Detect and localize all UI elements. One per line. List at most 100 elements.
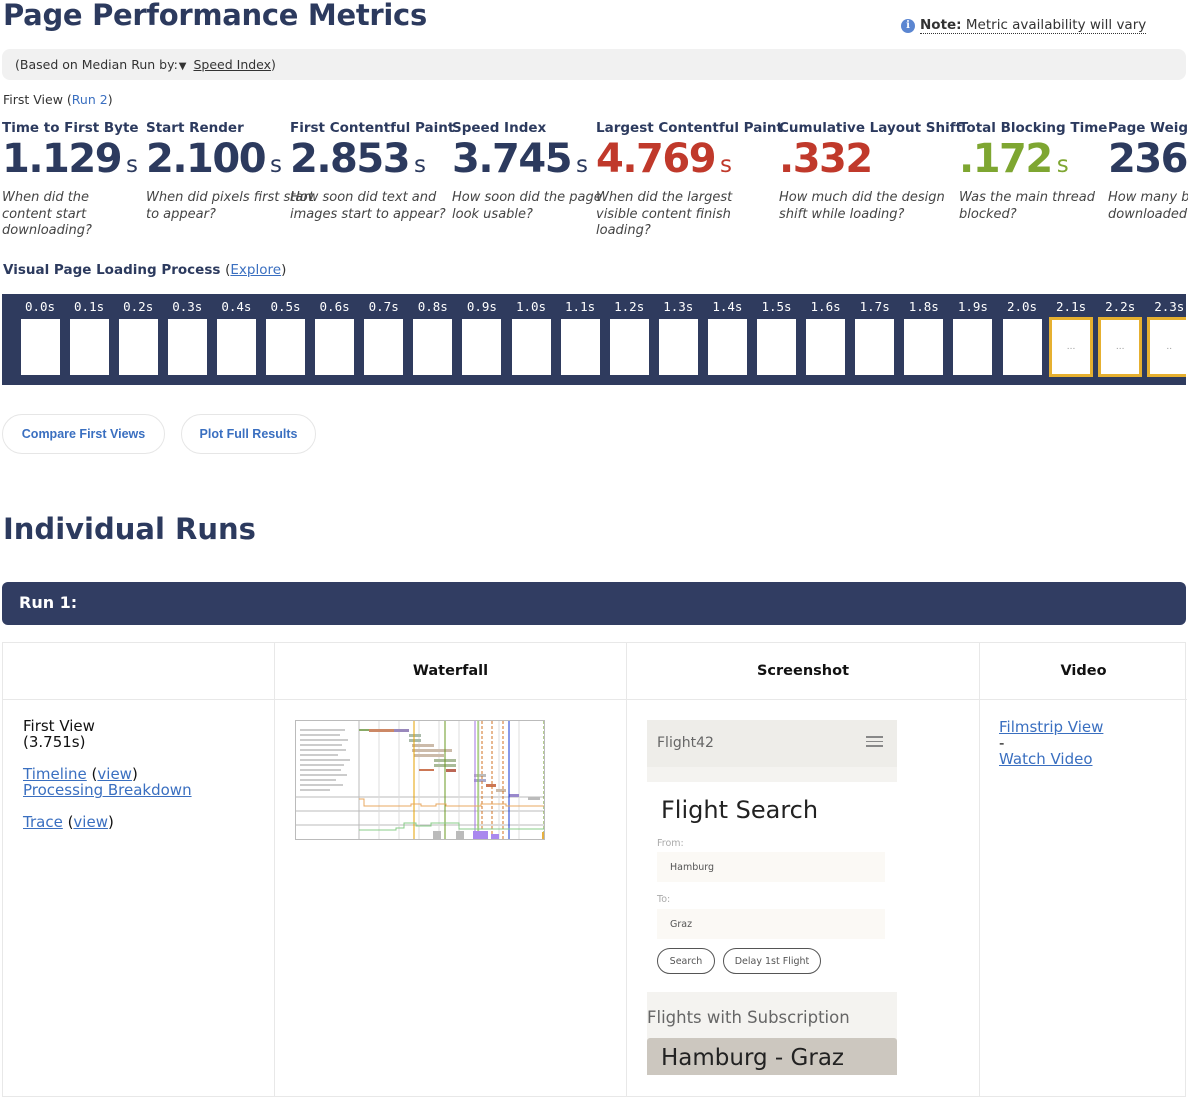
frame-thumbnail[interactable] [462,319,502,375]
frame-thumbnail[interactable] [658,319,698,375]
frame-time: 0.2s [123,299,154,314]
run-1-table: First View (3.751s) Timeline (view) Proc… [2,642,1187,1097]
filmstrip-frame[interactable]: 1.5s [755,294,799,375]
frame-time: 1.0s [515,299,547,314]
metric-description: When did the content start downloading? [2,190,92,238]
filmstrip-frame[interactable]: 2.1s... [1049,294,1094,377]
metric-value: .332 [779,136,873,182]
frame-time: 1.1s [565,299,596,314]
screenshot-result: Hamburg - Graz [647,1038,897,1075]
filmstrip-frame[interactable]: 0.4s [214,294,258,375]
run-2-link[interactable]: Run 2 [72,92,108,107]
watch-video-link[interactable]: Watch Video [999,750,1093,768]
frame-thumbnail[interactable]: ... [1098,317,1143,377]
filmstrip-frame[interactable]: 0.5s [264,294,308,375]
filmstrip-frame[interactable]: 0.2s [116,294,160,375]
frame-time: 2.2s [1105,299,1136,314]
explore-link[interactable]: Explore [230,262,281,278]
frame-thumbnail[interactable] [315,319,355,375]
frame-thumbnail[interactable]: .. [1147,317,1186,377]
frame-time: 0.6s [319,299,350,314]
screenshot-to-field: Graz [657,909,885,939]
filmstrip-frame[interactable]: 1.1s [558,294,602,375]
plot-full-results-button[interactable]: Plot Full Results [181,414,316,454]
filmstrip-frame[interactable]: 1.8s [902,294,946,375]
filmstrip-frame[interactable]: 0.9s [460,294,504,375]
metric-availability-note[interactable]: i Note: Metric availability will vary [901,17,1147,34]
frame-time: 0.7s [368,299,399,314]
frame-thumbnail[interactable] [118,319,158,375]
frame-time: 1.8s [908,299,939,314]
filmstrip-view-link[interactable]: Filmstrip View [999,718,1103,736]
frame-thumbnail[interactable] [364,319,404,375]
screenshot-delay-button: Delay 1st Flight [723,948,821,974]
filmstrip-frame[interactable]: 1.9s [951,294,995,375]
frame-time: 2.1s [1056,299,1087,314]
filmstrip-frame[interactable]: 0.6s [313,294,357,375]
filmstrip-frame[interactable]: 0.0s [18,294,62,375]
screenshot-column: Screenshot Flight42 Flight Search From: … [627,643,980,1096]
frame-thumbnail[interactable] [855,319,895,375]
frame-time: 1.7s [859,299,890,314]
frame-thumbnail[interactable] [560,319,600,375]
hamburger-menu-icon [866,736,883,750]
metric-unit: s [1056,152,1069,178]
frame-thumbnail[interactable]: ... [1049,317,1094,377]
filmstrip-frame[interactable]: 1.3s [656,294,700,375]
screenshot-subheading: Flights with Subscription [647,1008,850,1027]
metric-label: Cumulative Layout Shift [779,120,963,136]
metric-description: How many bytes downloaded? [1108,190,1188,222]
run-1-header: Run 1: [2,582,1186,625]
frame-thumbnail[interactable] [904,319,944,375]
frame-thumbnail[interactable] [266,319,305,375]
dropdown-arrow-icon[interactable]: ▼ [179,61,187,72]
metric-cumulative-layout-shift: Cumulative Layout Shift .332 How much did … [779,120,963,223]
metric-label: Time to First Byte [2,120,139,136]
metric-largest-contentful-paint: Largest Contentful Paint 4.769 s When did t… [596,120,783,240]
frame-thumbnail[interactable] [757,319,796,375]
frame-time: 1.6s [810,299,841,314]
frame-thumbnail[interactable] [609,319,649,375]
frame-time: 1.4s [712,299,743,314]
filmstrip-frame[interactable]: 1.2s [607,294,651,375]
frame-thumbnail[interactable] [806,319,846,375]
filmstrip-frame[interactable]: 0.1s [67,294,111,375]
first-view-time: (3.751s) [23,733,86,751]
info-icon: i [901,18,915,33]
compare-first-views-button[interactable]: Compare First Views [2,414,165,454]
trace-view-link[interactable]: view [73,813,108,831]
frame-thumbnail[interactable] [216,319,256,375]
frame-thumbnail[interactable] [413,319,453,375]
frame-thumbnail[interactable] [707,319,747,375]
screenshot-from-field: Hamburg [657,852,885,882]
frame-time: 0.5s [270,299,301,314]
trace-link[interactable]: Trace [23,813,63,831]
first-view-name: First View [23,717,95,735]
filmstrip-frame[interactable]: 1.6s [804,294,848,375]
metric-unit: s [270,152,283,178]
filmstrip-frame[interactable]: 2.3s.. [1147,294,1186,377]
waterfall-thumbnail[interactable] [295,720,545,840]
frame-thumbnail[interactable] [167,319,207,375]
frame-thumbnail[interactable] [20,319,60,375]
filmstrip-frame[interactable]: 1.7s [853,294,897,375]
frame-thumbnail[interactable] [953,319,993,375]
frame-thumbnail[interactable] [1002,319,1042,375]
processing-breakdown-link[interactable]: Processing Breakdown [23,781,192,799]
filmstrip: 0.0s 0.1s 0.2s 0.3s 0.4s 0.5s 0.6s 0.7s 0.8s 0.9s… [2,294,1186,385]
frame-time: 0.4s [221,299,252,314]
visual-progress-title: Visual Page Loading Process (Explore) [3,262,287,278]
filmstrip-frame[interactable]: 2.2s... [1098,294,1143,377]
filmstrip-frame[interactable]: 0.3s [165,294,209,375]
frame-thumbnail[interactable] [69,319,109,375]
page-screenshot[interactable]: Flight42 Flight Search From: Hamburg To:… [647,720,897,1075]
frame-thumbnail[interactable] [511,319,551,375]
filmstrip-frame[interactable]: 1.4s [705,294,749,375]
filmstrip-frame[interactable]: 2.0s [1000,294,1044,375]
filmstrip-frame[interactable]: 0.8s [411,294,455,375]
metric-description: How soon did text and images start to ap… [290,190,446,222]
filmstrip-frame[interactable]: 1.0s [509,294,553,375]
median-metric-select[interactable]: Speed Index [193,57,271,72]
metric-unit: s [576,152,589,178]
filmstrip-frame[interactable]: 0.7s [362,294,406,375]
